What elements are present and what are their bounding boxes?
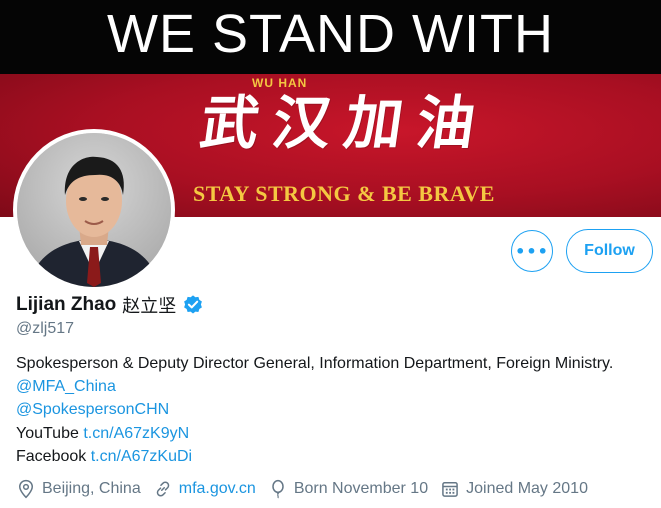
more-options-button[interactable]: ••• xyxy=(511,230,553,272)
profile-website[interactable]: mfa.gov.cn xyxy=(153,479,256,499)
profile-name-chinese: 赵立坚 xyxy=(122,296,177,317)
youtube-label: YouTube xyxy=(16,424,79,442)
banner-calligraphy: 武汉加油 xyxy=(196,89,494,157)
facebook-label: Facebook xyxy=(16,447,87,465)
youtube-link[interactable]: t.cn/A67zK9yN xyxy=(83,425,189,442)
profile-meta-row: Beijing, China mfa.gov.cn Born November … xyxy=(16,479,600,499)
link-icon xyxy=(156,481,170,497)
balloon-icon xyxy=(272,479,284,499)
banner-slogan: STAY STRONG & BE BRAVE xyxy=(193,181,495,206)
avatar[interactable] xyxy=(13,129,175,291)
ellipsis-icon: ••• xyxy=(515,241,549,261)
profile-birthday: Born November 10 xyxy=(268,479,428,499)
joined-text: Joined May 2010 xyxy=(466,480,588,497)
profile-location: Beijing, China xyxy=(16,479,141,499)
banner-headline-strip: WE STAND WITH xyxy=(0,0,661,74)
mention-link-mfa-china[interactable]: @MFA_China xyxy=(16,378,116,395)
follow-button[interactable]: Follow xyxy=(566,229,653,273)
profile-name-row: Lijian Zhao 赵立坚 xyxy=(16,292,204,318)
calendar-icon xyxy=(442,482,458,497)
verified-badge-icon xyxy=(184,295,203,314)
profile-joined: Joined May 2010 xyxy=(440,479,588,499)
bio-line: Spokesperson & Deputy Director General, … xyxy=(16,355,614,372)
banner-headline: WE STAND WITH xyxy=(107,4,554,64)
location-text: Beijing, China xyxy=(42,480,141,497)
profile-handle: @zlj517 xyxy=(16,320,75,337)
profile-name: Lijian Zhao xyxy=(16,294,117,315)
facebook-link[interactable]: t.cn/A67zKuDi xyxy=(91,448,192,465)
birthday-text: Born November 10 xyxy=(293,480,429,497)
avatar-portrait xyxy=(17,133,171,287)
profile-bio: Spokesperson & Deputy Director General, … xyxy=(16,352,613,468)
mention-link-spokesperson[interactable]: @SpokespersonCHN xyxy=(16,401,169,418)
website-link[interactable]: mfa.gov.cn xyxy=(179,480,256,498)
location-icon xyxy=(18,479,34,499)
